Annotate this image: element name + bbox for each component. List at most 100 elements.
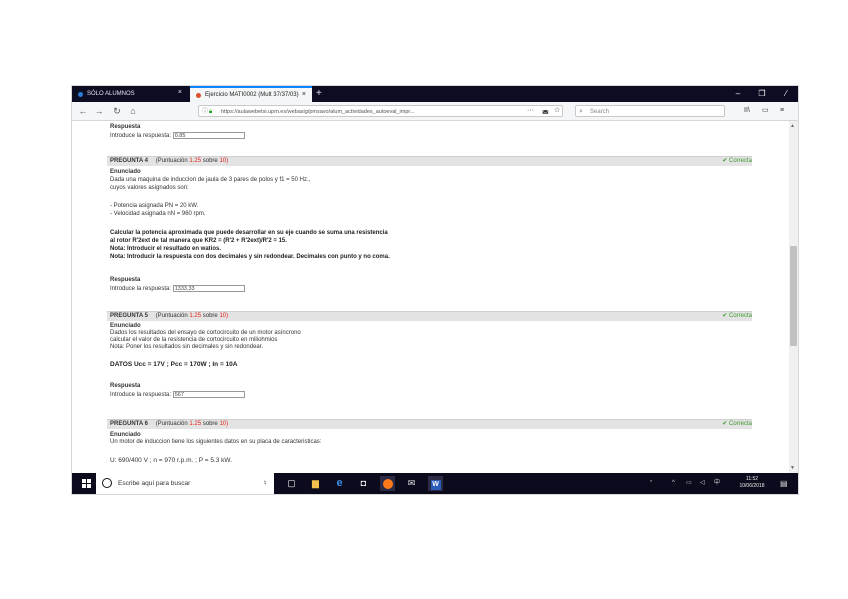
clock[interactable]: 11:52 10/06/2018 — [734, 476, 770, 490]
windows-start-icon[interactable] — [82, 479, 91, 488]
tab-bar: SÓLO ALUMNOS × Ejercicio MATI0002 (Mult … — [72, 86, 798, 102]
taskbar-search-text: Escribe aquí para buscar — [118, 480, 191, 487]
answer-row: Introduce la respuesta: 1333.33 — [110, 285, 245, 292]
question-4-header: PREGUNTA 4 (Puntuación 1.25 sobre 10) ✔ … — [107, 156, 752, 166]
scrollbar-thumb[interactable] — [790, 246, 797, 346]
search-input[interactable]: ⌕ Search — [575, 105, 725, 117]
points-value: 1.25 — [189, 158, 202, 164]
datos-line: U: 690/400 V ; n = 970 r.p.m. ; P = 5.3 … — [110, 457, 233, 464]
question-title: PREGUNTA 5 — [110, 313, 149, 319]
answer-row: Introduce la respuesta: 567 — [110, 391, 245, 398]
note-line: Nota: Introducir el resultado en watios. — [110, 246, 222, 252]
tab-favicon-icon — [78, 91, 83, 97]
question-title: PREGUNTA 6 — [110, 421, 149, 427]
back-button[interactable]: ← — [76, 104, 90, 118]
points-value: 1.25 — [189, 313, 202, 319]
points-max: 10) — [219, 313, 229, 319]
search-icon: ⌕ — [579, 108, 583, 115]
question-6-header: PREGUNTA 6 (Puntuación 1.25 sobre 10) ✔ … — [107, 419, 752, 429]
check-icon: ✔ — [722, 158, 729, 164]
scroll-up-icon[interactable]: ▲ — [790, 123, 795, 129]
points-max: 10) — [219, 158, 229, 164]
answer-input[interactable]: 567 — [172, 391, 245, 398]
points-prefix: (Puntuación — [155, 158, 188, 164]
show-hidden-icons[interactable]: ^ — [672, 473, 675, 494]
navigation-bar: ← → ↻ ⌂ ⓘ 🔒︎ https://aulawebetsi.upm.es/… — [72, 102, 798, 121]
tab-ejercicio[interactable]: Ejercicio MATI0002 (Mult 37/37/03) × — [190, 86, 312, 102]
battery-icon[interactable]: ▭ — [686, 473, 692, 494]
respuesta-label: Respuesta — [110, 383, 141, 389]
statement-line: Un motor de induccion tiene los siguient… — [110, 439, 322, 445]
screen: SÓLO ALUMNOS × Ejercicio MATI0002 (Mult … — [72, 86, 798, 494]
statement-value: - Potencia asignada PN = 20 kW. — [110, 203, 199, 209]
statement-bold: Calcular la potencia aproximada que pued… — [110, 230, 388, 236]
url-bar[interactable]: ⓘ 🔒︎ https://aulawebetsi.upm.es/webasig/… — [198, 105, 563, 117]
search-placeholder: Search — [590, 109, 610, 115]
close-window-button[interactable]: ⁄ — [774, 86, 798, 102]
scroll-down-icon[interactable]: ▼ — [790, 465, 795, 471]
tab-label: SÓLO ALUMNOS — [87, 91, 135, 97]
new-tab-button[interactable]: + — [316, 87, 322, 101]
sidebar-icon[interactable]: ▭ — [762, 105, 769, 117]
statement-line: Dados los resultados del ensayo de corto… — [110, 330, 301, 336]
tab-close-icon[interactable]: × — [178, 89, 182, 96]
answer-prompt: Introduce la respuesta: — [110, 392, 172, 399]
statement-line: Dada una maquina de induccion de jaula d… — [110, 177, 311, 183]
statement-value: - Velocidad asignada nN = 960 rpm. — [110, 211, 206, 217]
mail-icon[interactable]: ✉ — [404, 476, 419, 491]
firefox-icon[interactable] — [380, 476, 395, 491]
points-prefix: (Puntuación — [155, 421, 188, 427]
status-badge: ✔ Correcta — [722, 158, 752, 164]
maximize-button[interactable]: ❐ — [750, 86, 774, 102]
volume-icon[interactable]: ◁ — [700, 473, 705, 494]
edge-browser-icon[interactable]: e — [332, 476, 347, 491]
notifications-icon[interactable]: ▤ — [780, 473, 788, 494]
answer-prompt: Introduce la respuesta: — [110, 133, 172, 140]
forward-button[interactable]: → — [92, 104, 106, 118]
home-button[interactable]: ⌂ — [126, 104, 140, 118]
library-icon[interactable]: II\ — [744, 105, 750, 117]
word-icon[interactable]: W — [428, 476, 443, 491]
tab-label: Ejercicio MATI0002 (Mult 37/37/03) — [205, 92, 299, 98]
task-view-icon[interactable]: ▢ — [284, 476, 299, 491]
status-badge: ✔ Correcta — [722, 421, 752, 427]
points-value: 1.25 — [189, 421, 202, 427]
store-icon[interactable]: ◘ — [356, 476, 371, 491]
taskbar-search-box[interactable]: Escribe aquí para buscar ♮ — [96, 473, 274, 494]
status-badge: ✔ Correcta — [722, 313, 752, 319]
pocket-icon[interactable]: ◛ — [542, 105, 549, 117]
statement-line: Nota: Poner los resultados sin decimales… — [110, 344, 264, 350]
reload-button[interactable]: ↻ — [110, 104, 124, 118]
file-explorer-icon[interactable]: ▆ — [308, 476, 323, 491]
tab-close-icon[interactable]: × — [302, 91, 306, 98]
tab-solo-alumnos[interactable]: SÓLO ALUMNOS × — [72, 86, 188, 102]
answer-input[interactable]: 0.85 — [172, 132, 245, 139]
menu-icon[interactable]: ≡ — [780, 105, 784, 117]
enunciado-label: Enunciado — [110, 169, 141, 175]
page-content: Respuesta Introduce la respuesta: 0.85 P… — [72, 121, 789, 473]
answer-row: Introduce la respuesta: 0.85 — [110, 132, 245, 139]
check-icon: ✔ — [722, 313, 729, 319]
people-icon[interactable]: ᐢ — [650, 473, 652, 494]
points-max: 10) — [219, 421, 229, 427]
taskbar: Escribe aquí para buscar ♮ ▢ ▆ e ◘ ✉ W ᐢ… — [72, 473, 798, 494]
vertical-scrollbar[interactable]: ▲ ▼ — [789, 121, 798, 473]
answer-input[interactable]: 1333.33 — [172, 285, 245, 292]
enunciado-label: Enunciado — [110, 323, 141, 329]
points-mid: sobre — [202, 421, 218, 427]
respuesta-label: Respuesta — [110, 124, 141, 130]
points-mid: sobre — [202, 158, 218, 164]
respuesta-label: Respuesta — [110, 277, 141, 283]
bookmark-star-icon[interactable]: ☆ — [554, 105, 560, 117]
question-title: PREGUNTA 4 — [110, 158, 149, 164]
statement-line: cuyos valores asignados son: — [110, 185, 189, 191]
url-text: https://aulawebetsi.upm.es/webasig/pmsav… — [221, 109, 415, 115]
info-icon[interactable]: ⓘ — [202, 106, 208, 116]
minimize-button[interactable]: – — [726, 86, 750, 102]
microphone-icon[interactable]: ♮ — [264, 473, 267, 494]
datos-line: DATOS Ucc = 17V ; Pcc = 170W ; In = 10A — [110, 361, 238, 368]
page-actions-icon[interactable]: ··· — [527, 105, 534, 117]
tab-favicon-icon — [196, 92, 201, 98]
input-language-icon[interactable]: 中 — [714, 473, 720, 494]
note-line: Nota: Introducir la respuesta con dos de… — [110, 254, 390, 260]
